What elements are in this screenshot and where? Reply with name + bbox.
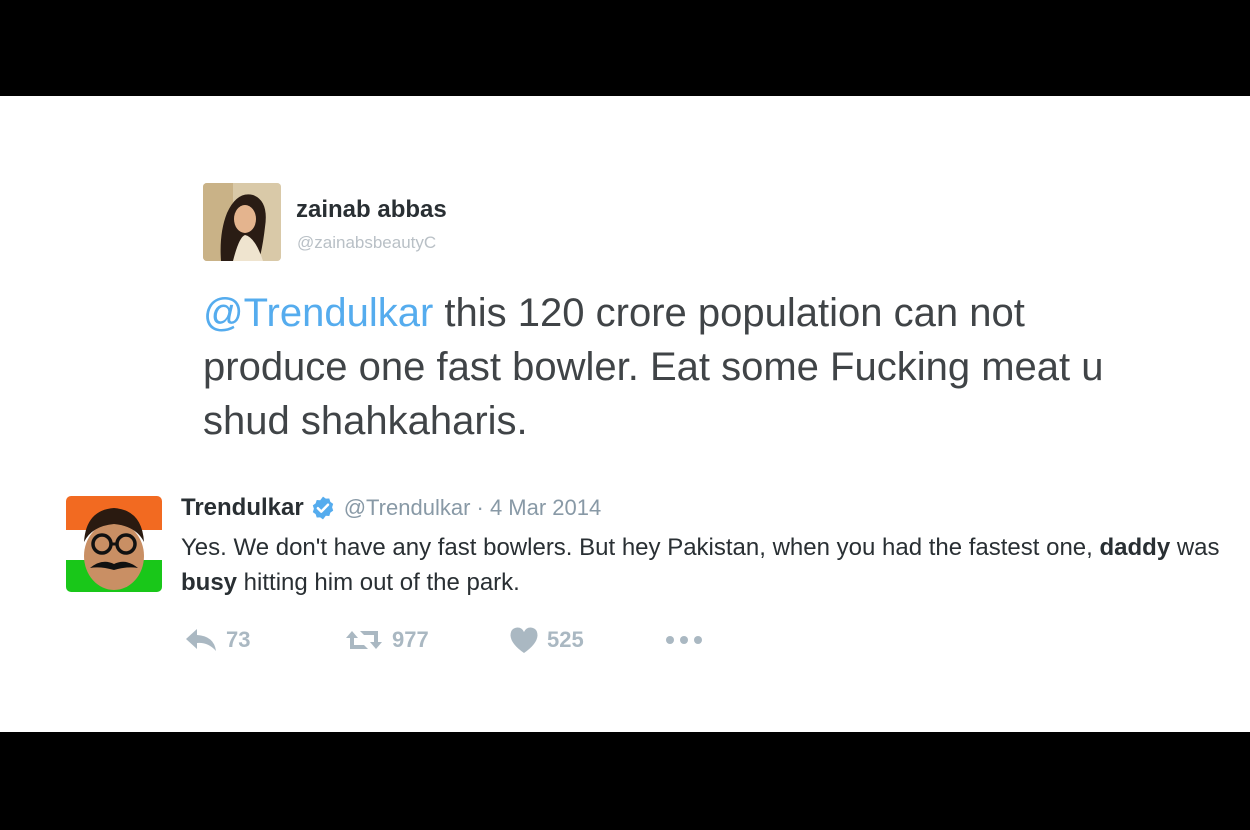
reply-tweet-text: Yes. We don't have any fast bowlers. But… bbox=[181, 530, 1221, 600]
tweet-actions: 73 977 525 bbox=[184, 623, 704, 657]
letterbox-bottom bbox=[0, 732, 1250, 830]
quoted-display-name[interactable]: zainab abbas bbox=[296, 196, 447, 224]
letterbox-top bbox=[0, 0, 1250, 96]
avatar[interactable] bbox=[66, 496, 162, 592]
reply-header: Trendulkar @Trendulkar · 4 Mar 2014 bbox=[181, 494, 601, 522]
reply-text-part: was bbox=[1170, 534, 1220, 561]
reply-icon bbox=[186, 629, 216, 651]
retweet-count: 977 bbox=[392, 627, 429, 652]
reply-button[interactable]: 73 bbox=[184, 627, 344, 653]
tweet-screenshot: zainab abbas @zainabsbeautyC @Trendulkar… bbox=[0, 96, 1250, 732]
more-button[interactable] bbox=[664, 634, 704, 646]
quoted-tweet-text: @Trendulkar this 120 crore population ca… bbox=[203, 286, 1133, 448]
meta-separator: · bbox=[470, 495, 490, 520]
retweet-button[interactable]: 977 bbox=[344, 627, 509, 653]
tweet-date[interactable]: 4 Mar 2014 bbox=[490, 495, 601, 521]
reply-display-name[interactable]: Trendulkar bbox=[181, 494, 304, 522]
reply-text-bold: daddy bbox=[1099, 534, 1171, 561]
more-icon bbox=[666, 636, 702, 644]
reply-text-part: hitting him out of the park. bbox=[237, 569, 520, 596]
like-count: 525 bbox=[547, 627, 584, 652]
avatar[interactable] bbox=[203, 183, 281, 261]
reply-count: 73 bbox=[226, 627, 251, 652]
mention-link[interactable]: @Trendulkar bbox=[203, 291, 433, 335]
reply-text-part: Yes. We don't have any fast bowlers. But… bbox=[181, 534, 1100, 561]
heart-icon bbox=[510, 627, 538, 653]
retweet-icon bbox=[346, 631, 382, 649]
reply-handle[interactable]: @Trendulkar bbox=[344, 495, 471, 521]
verified-badge-icon bbox=[312, 496, 333, 520]
like-button[interactable]: 525 bbox=[509, 626, 664, 654]
reply-text-bold: busy bbox=[181, 569, 238, 596]
quoted-handle[interactable]: @zainabsbeautyC bbox=[297, 233, 436, 253]
